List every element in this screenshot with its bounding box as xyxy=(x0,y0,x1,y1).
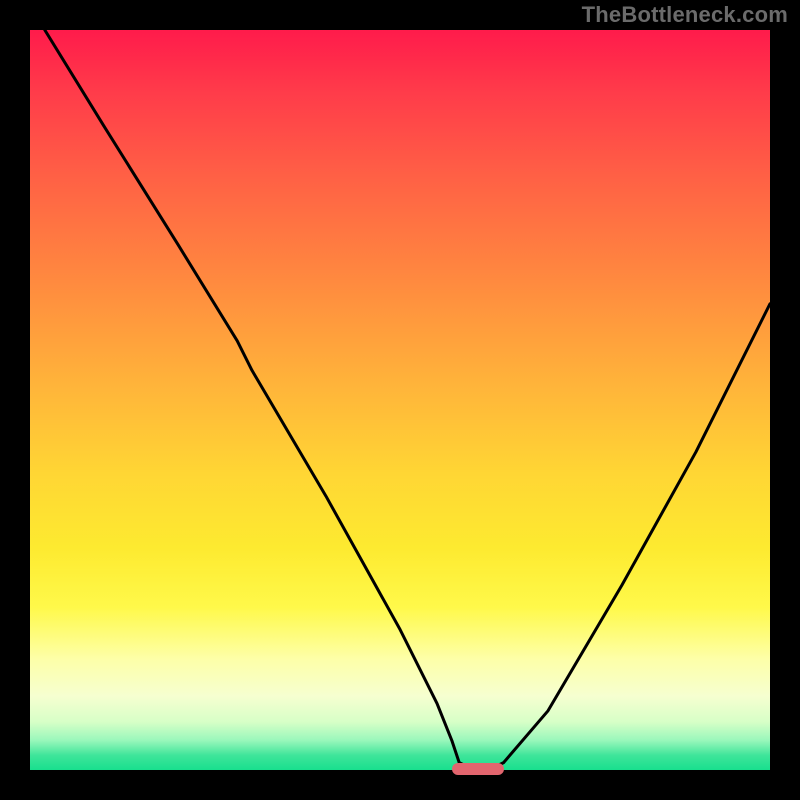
attribution-text: TheBottleneck.com xyxy=(582,2,788,28)
bottleneck-curve xyxy=(30,30,770,770)
optimal-range-marker xyxy=(452,763,504,775)
chart-plot-area xyxy=(30,30,770,770)
